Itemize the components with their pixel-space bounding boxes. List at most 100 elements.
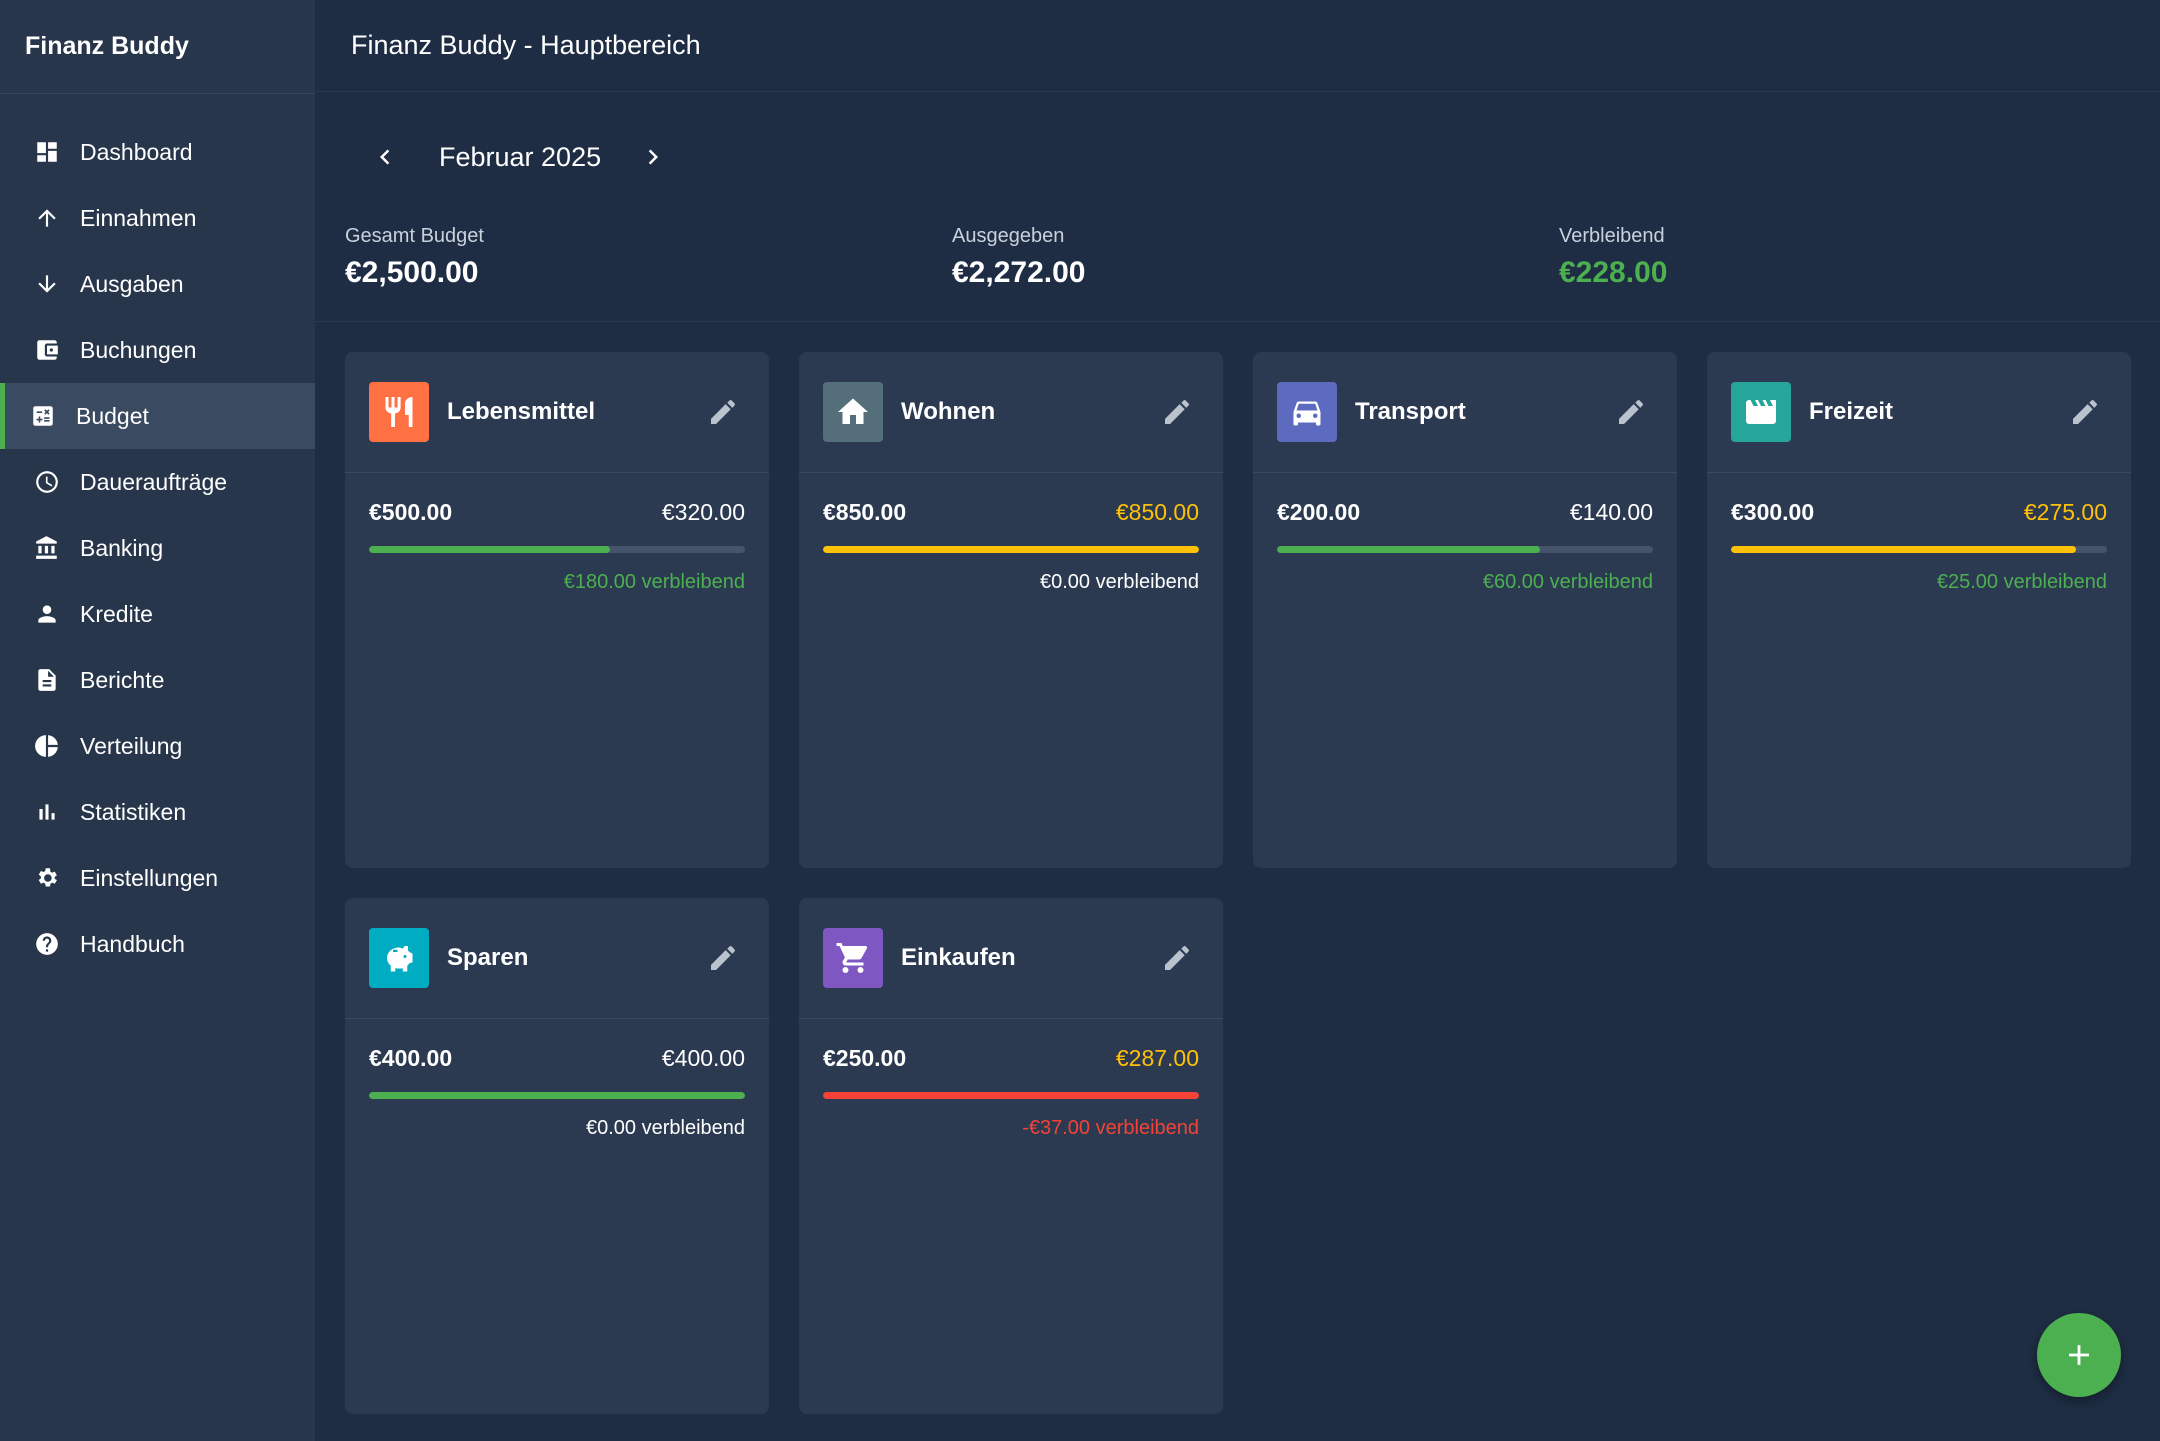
edit-category-button[interactable] bbox=[701, 936, 745, 980]
sidebar-item-label: Banking bbox=[80, 534, 164, 561]
sidebar-item-handbuch[interactable]: Handbuch bbox=[0, 911, 315, 977]
budget-card-body: €850.00 €850.00 €0.00 verbleibend bbox=[799, 499, 1223, 594]
budget-progress-fill bbox=[823, 1092, 1199, 1099]
sidebar-item-budget[interactable]: Budget bbox=[0, 383, 315, 449]
sidebar-item-banking[interactable]: Banking bbox=[0, 515, 315, 581]
app-brand: Finanz Buddy bbox=[0, 0, 315, 94]
edit-category-button[interactable] bbox=[1155, 390, 1199, 434]
spent-amount: €287.00 bbox=[1115, 1045, 1199, 1071]
pencil-icon bbox=[711, 946, 735, 970]
budget-progress-fill bbox=[1731, 546, 2076, 553]
sidebar-item-dauerauftraege[interactable]: Daueraufträge bbox=[0, 449, 315, 515]
summary-spent-label: Ausgegeben bbox=[952, 225, 1065, 247]
edit-category-button[interactable] bbox=[701, 390, 745, 434]
sidebar-item-label: Kredite bbox=[80, 600, 153, 627]
spent-amount: €400.00 bbox=[661, 1045, 745, 1071]
calculator-icon bbox=[30, 403, 56, 429]
restaurant-icon bbox=[369, 382, 429, 442]
category-name: Transport bbox=[1355, 398, 1466, 425]
summary-remaining: Verbleibend €228.00 bbox=[1559, 222, 2160, 321]
next-month-button[interactable] bbox=[633, 137, 673, 177]
sidebar-item-buchungen[interactable]: Buchungen bbox=[0, 317, 315, 383]
budget-card-freizeit: Freizeit €300.00 €275.00 €25.00 verbleibend bbox=[1707, 352, 2131, 868]
sidebar-item-berichte[interactable]: Berichte bbox=[0, 647, 315, 713]
category-name: Sparen bbox=[447, 944, 529, 971]
sidebar-item-label: Budget bbox=[76, 402, 149, 429]
spent-amount: €850.00 bbox=[1115, 499, 1199, 525]
pencil-icon bbox=[1165, 400, 1189, 424]
budget-progress-bar bbox=[823, 546, 1199, 553]
home-icon bbox=[823, 382, 883, 442]
budget-card-header: Lebensmittel bbox=[345, 352, 769, 473]
summary-spent-value: €2,272.00 bbox=[952, 256, 1086, 289]
piggy-bank-icon bbox=[369, 928, 429, 988]
budget-card-body: €400.00 €400.00 €0.00 verbleibend bbox=[345, 1045, 769, 1140]
cart-icon bbox=[823, 928, 883, 988]
category-name: Lebensmittel bbox=[447, 398, 596, 425]
month-navigation: Februar 2025 bbox=[315, 92, 2160, 222]
category-name: Wohnen bbox=[901, 398, 996, 425]
sidebar-item-ausgaben[interactable]: Ausgaben bbox=[0, 251, 315, 317]
remaining-amount: €180.00 verbleibend bbox=[563, 571, 745, 593]
budget-amount: €250.00 bbox=[823, 1045, 907, 1071]
edit-category-button[interactable] bbox=[1155, 936, 1199, 980]
dashboard-icon bbox=[34, 139, 60, 165]
category-name: Freizeit bbox=[1809, 398, 1894, 425]
sidebar-item-dashboard[interactable]: Dashboard bbox=[0, 119, 315, 185]
budget-card-header: Einkaufen bbox=[799, 898, 1223, 1019]
summary-total-value: €2,500.00 bbox=[345, 256, 479, 289]
person-icon bbox=[34, 601, 60, 627]
budget-amount: €500.00 bbox=[369, 499, 453, 525]
pie-chart-icon bbox=[34, 733, 60, 759]
arrow-up-icon bbox=[34, 205, 60, 231]
gear-icon bbox=[34, 865, 60, 891]
budget-card-body: €250.00 €287.00 -€37.00 verbleibend bbox=[799, 1045, 1223, 1140]
sidebar-item-einnahmen[interactable]: Einnahmen bbox=[0, 185, 315, 251]
current-month: Februar 2025 bbox=[439, 141, 602, 172]
summary-total: Gesamt Budget €2,500.00 bbox=[345, 222, 952, 321]
budget-card-header: Freizeit bbox=[1707, 352, 2131, 473]
budget-progress-fill bbox=[369, 1092, 745, 1099]
plus-icon bbox=[2069, 1345, 2089, 1365]
bank-icon bbox=[34, 535, 60, 561]
edit-category-button[interactable] bbox=[2063, 390, 2107, 434]
remaining-amount: €25.00 verbleibend bbox=[1936, 571, 2107, 593]
sidebar-item-statistiken[interactable]: Statistiken bbox=[0, 779, 315, 845]
budget-card-header: Sparen bbox=[345, 898, 769, 1019]
sidebar-item-kredite[interactable]: Kredite bbox=[0, 581, 315, 647]
sidebar-item-label: Verteilung bbox=[80, 732, 183, 759]
budget-progress-bar bbox=[369, 1092, 745, 1099]
summary-total-label: Gesamt Budget bbox=[345, 225, 484, 247]
budget-card-header: Wohnen bbox=[799, 352, 1223, 473]
budget-card-sparen: Sparen €400.00 €400.00 €0.00 verbleibend bbox=[345, 898, 769, 1414]
budget-card-wohnen: Wohnen €850.00 €850.00 €0.00 verbleibend bbox=[799, 352, 1223, 868]
sidebar-item-verteilung[interactable]: Verteilung bbox=[0, 713, 315, 779]
sidebar-item-label: Einstellungen bbox=[80, 864, 219, 891]
bar-chart-icon bbox=[34, 799, 60, 825]
chevron-right-icon bbox=[648, 149, 659, 165]
pencil-icon bbox=[1165, 946, 1189, 970]
budget-progress-bar bbox=[369, 546, 745, 553]
previous-month-button[interactable] bbox=[365, 137, 405, 177]
add-category-button[interactable] bbox=[2037, 1313, 2121, 1397]
summary-remaining-value: €228.00 bbox=[1559, 256, 1668, 289]
sidebar-nav: Dashboard Einnahmen Ausgaben Buchungen Budge… bbox=[0, 119, 315, 977]
clock-icon bbox=[34, 469, 60, 495]
budget-progress-fill bbox=[823, 546, 1199, 553]
page-title: Finanz Buddy - Hauptbereich bbox=[315, 0, 2160, 92]
remaining-amount: €60.00 verbleibend bbox=[1482, 571, 1653, 593]
budget-progress-bar bbox=[823, 1092, 1199, 1099]
sidebar-item-einstellungen[interactable]: Einstellungen bbox=[0, 845, 315, 911]
arrow-down-icon bbox=[34, 271, 60, 297]
main-area: Finanz Buddy - Hauptbereich Februar 2025… bbox=[315, 0, 2160, 1441]
budget-card-body: €300.00 €275.00 €25.00 verbleibend bbox=[1707, 499, 2131, 594]
movie-icon bbox=[1731, 382, 1791, 442]
summary-spent: Ausgegeben €2,272.00 bbox=[952, 222, 1559, 321]
chevron-left-icon bbox=[380, 149, 390, 165]
budget-card-einkaufen: Einkaufen €250.00 €287.00 -€37.00 verbleibe… bbox=[799, 898, 1223, 1414]
edit-category-button[interactable] bbox=[1609, 390, 1653, 434]
help-icon bbox=[34, 931, 60, 957]
pencil-icon bbox=[2073, 400, 2097, 424]
category-name: Einkaufen bbox=[901, 944, 1016, 971]
spent-amount: €320.00 bbox=[661, 499, 745, 525]
